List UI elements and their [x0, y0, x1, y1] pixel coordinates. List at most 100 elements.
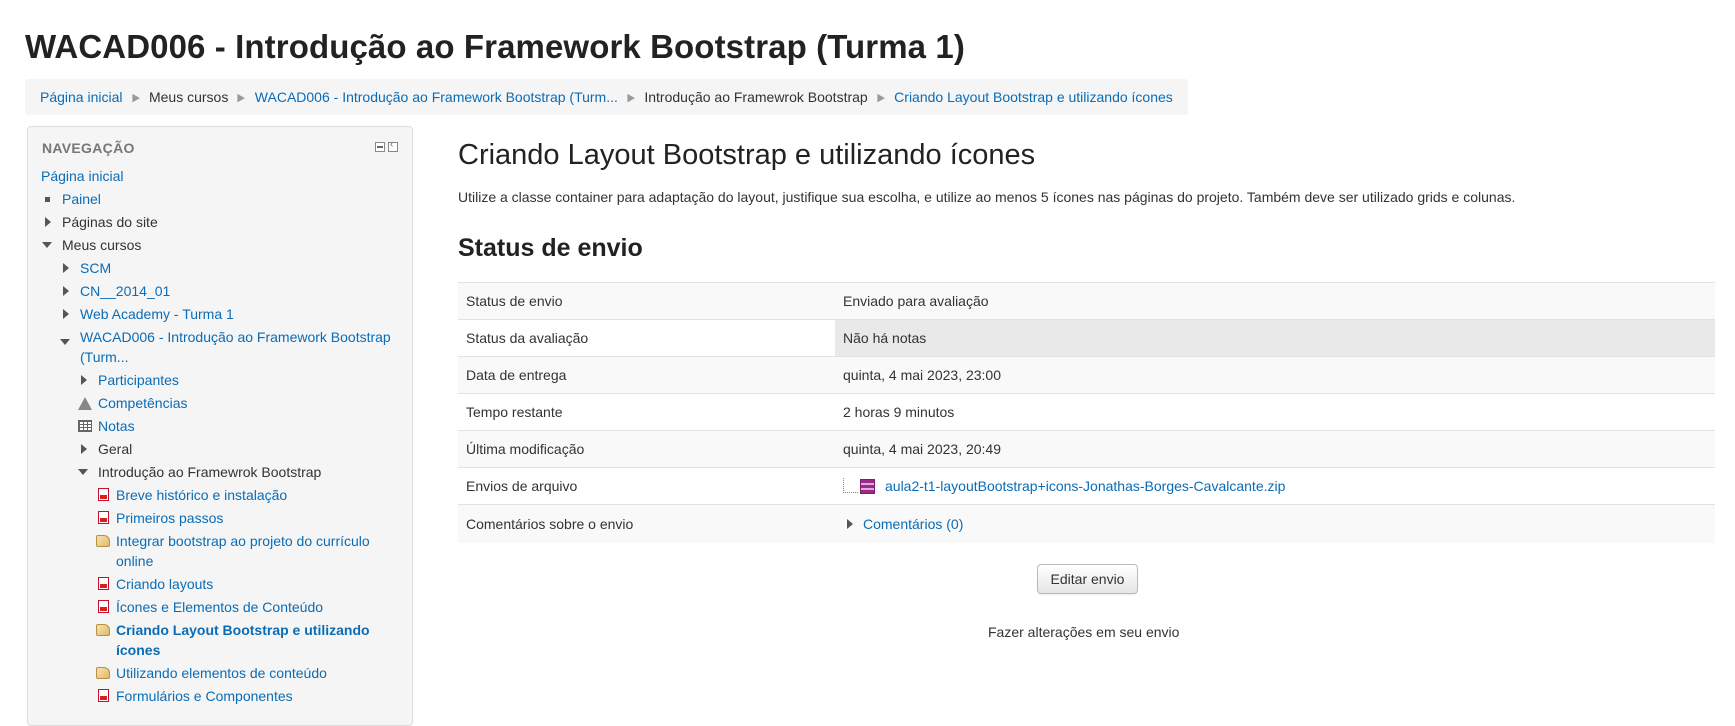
pdf-file-icon [98, 600, 109, 613]
submission-status-table: Status de envio Enviado para avaliação S… [458, 282, 1715, 543]
nav-item-label: Integrar bootstrap ao projeto do currícu… [116, 533, 370, 549]
expand-arrow-icon [63, 286, 69, 296]
breadcrumb-course-link[interactable]: WACAD006 - Introdução ao Framework Boots… [255, 89, 618, 105]
nav-item-label: Introdução ao Framewrok Bootstrap [98, 464, 322, 480]
nav-item-label-continued: (Turm... [80, 349, 129, 365]
nav-item-label: Criando layouts [116, 576, 214, 592]
activity-description: Utilize a classe container para adaptaçã… [458, 189, 1516, 205]
assignment-icon [96, 667, 110, 679]
nav-item-dashboard[interactable]: Painel [42, 189, 101, 209]
table-row: Comentários sobre o envio Comentários (0… [458, 504, 1715, 543]
nav-item-label: SCM [80, 260, 112, 276]
breadcrumb-my-courses: Meus cursos [148, 89, 229, 105]
pdf-file-icon [98, 689, 109, 702]
nav-item-label: Utilizando elementos de conteúdo [116, 665, 327, 681]
nav-item-my-courses[interactable]: Meus cursos [42, 235, 141, 255]
row-label: Tempo restante [458, 393, 835, 431]
row-value: quinta, 4 mai 2023, 20:49 [835, 430, 1715, 468]
nav-item-activity[interactable]: Integrar bootstrap ao projeto do currícu… [96, 531, 370, 571]
expand-arrow-icon [81, 375, 87, 385]
row-value-file: aula2-t1-layoutBootstrap+icons-Jonathas-… [835, 467, 1715, 505]
breadcrumb-separator-icon: ▶ [237, 91, 246, 104]
nav-item-label: Breve histórico e instalação [116, 487, 288, 503]
expand-arrow-icon [81, 444, 87, 454]
row-value-comments: Comentários (0) [835, 504, 1715, 543]
pdf-file-icon [98, 577, 109, 590]
page-title: WACAD006 - Introdução ao Framework Boots… [25, 28, 965, 65]
nav-item-grades[interactable]: Notas [78, 416, 135, 436]
navigation-block: NAVEGAÇÃO Página inicial Painel Páginas … [27, 126, 413, 726]
nav-item-label: Páginas do site [62, 214, 158, 230]
nav-item-label: Página inicial [41, 168, 124, 184]
nav-item-label: Participantes [98, 372, 179, 388]
nav-item-course-web-academy[interactable]: Web Academy - Turma 1 [60, 304, 234, 324]
nav-item-label-continued: ícones [116, 642, 161, 658]
pdf-file-icon [98, 488, 109, 501]
table-row: Data de entrega quinta, 4 mai 2023, 23:0… [458, 356, 1715, 394]
collapse-arrow-icon [60, 339, 70, 345]
collapse-arrow-icon [42, 242, 52, 248]
row-label: Data de entrega [458, 356, 835, 394]
nav-item-participants[interactable]: Participantes [78, 370, 179, 390]
tree-connector-icon [843, 478, 858, 493]
nav-item-general[interactable]: Geral [78, 439, 132, 459]
breadcrumb-section: Introdução ao Framewrok Bootstrap [644, 89, 868, 105]
table-row: Status de envio Enviado para avaliação [458, 282, 1715, 320]
collapse-arrow-icon [78, 469, 88, 475]
nav-item-activity[interactable]: Primeiros passos [96, 508, 223, 528]
nav-item-label-continued: online [116, 553, 154, 569]
edit-submission-button[interactable]: Editar envio [1037, 564, 1138, 594]
nav-item-competencies[interactable]: Competências [78, 393, 188, 413]
nav-item-section-bootstrap[interactable]: Introdução ao Framewrok Bootstrap [78, 462, 321, 482]
table-row: Última modificação quinta, 4 mai 2023, 2… [458, 430, 1715, 468]
activity-title: Criando Layout Bootstrap e utilizando íc… [458, 139, 1036, 171]
nav-item-course-wacad006[interactable]: WACAD006 - Introdução ao Framework Boots… [60, 327, 391, 367]
breadcrumb-activity-link[interactable]: Criando Layout Bootstrap e utilizando íc… [894, 89, 1173, 105]
comments-link[interactable]: Comentários (0) [863, 516, 963, 532]
nav-item-activity[interactable]: Formulários e Componentes [96, 686, 293, 706]
nav-item-label: Web Academy - Turma 1 [80, 306, 234, 322]
nav-item-label: Ícones e Elementos de Conteúdo [116, 599, 324, 615]
nav-item-label: CN__2014_01 [80, 283, 171, 299]
nav-item-label: Criando Layout Bootstrap e utilizando [116, 622, 370, 638]
nav-item-course-cn[interactable]: CN__2014_01 [60, 281, 170, 301]
bullet-icon [45, 197, 50, 202]
breadcrumb-home-link[interactable]: Página inicial [40, 89, 123, 105]
breadcrumb: Página inicial ▶ Meus cursos ▶ WACAD006 … [25, 79, 1188, 115]
table-row: Envios de arquivo aula2-t1-layoutBootstr… [458, 467, 1715, 505]
navigation-header: NAVEGAÇÃO [42, 140, 135, 156]
row-value: Enviado para avaliação [835, 282, 1715, 320]
nav-item-activity[interactable]: Utilizando elementos de conteúdo [96, 663, 327, 683]
row-label: Comentários sobre o envio [458, 504, 835, 543]
collapse-block-icon[interactable] [375, 142, 385, 152]
breadcrumb-separator-icon: ▶ [131, 91, 140, 104]
submitted-file-link[interactable]: aula2-t1-layoutBootstrap+icons-Jonathas-… [885, 478, 1285, 494]
nav-item-label: Painel [62, 191, 101, 207]
nav-item-home[interactable]: Página inicial [41, 166, 124, 186]
row-label: Status de envio [458, 282, 835, 320]
nav-item-activity[interactable]: Breve histórico e instalação [96, 485, 287, 505]
breadcrumb-separator-icon: ▶ [627, 91, 635, 104]
nav-item-course-scm[interactable]: SCM [60, 258, 111, 278]
nav-item-label: Competências [98, 395, 188, 411]
nav-item-activity[interactable]: Criando layouts [96, 574, 213, 594]
nav-item-label: Primeiros passos [116, 510, 224, 526]
expand-arrow-icon[interactable] [847, 518, 853, 529]
pdf-file-icon [98, 511, 109, 524]
nav-item-activity-current[interactable]: Criando Layout Bootstrap e utilizando íc… [96, 620, 370, 660]
table-row: Status da avaliação Não há notas [458, 319, 1715, 357]
dock-block-icon[interactable] [388, 139, 398, 152]
assignment-icon [96, 624, 110, 636]
nav-item-activity[interactable]: Ícones e Elementos de Conteúdo [96, 597, 323, 617]
block-controls [375, 139, 398, 152]
nav-item-label: Geral [98, 441, 133, 457]
row-value: 2 horas 9 minutos [835, 393, 1715, 431]
competencies-icon [78, 397, 92, 410]
nav-item-site-pages[interactable]: Páginas do site [42, 212, 158, 232]
row-value: quinta, 4 mai 2023, 23:00 [835, 356, 1715, 394]
row-value: Não há notas [835, 319, 1715, 357]
expand-arrow-icon [63, 263, 69, 273]
expand-arrow-icon [45, 217, 51, 227]
nav-item-label: Notas [98, 418, 135, 434]
row-label: Última modificação [458, 430, 835, 468]
